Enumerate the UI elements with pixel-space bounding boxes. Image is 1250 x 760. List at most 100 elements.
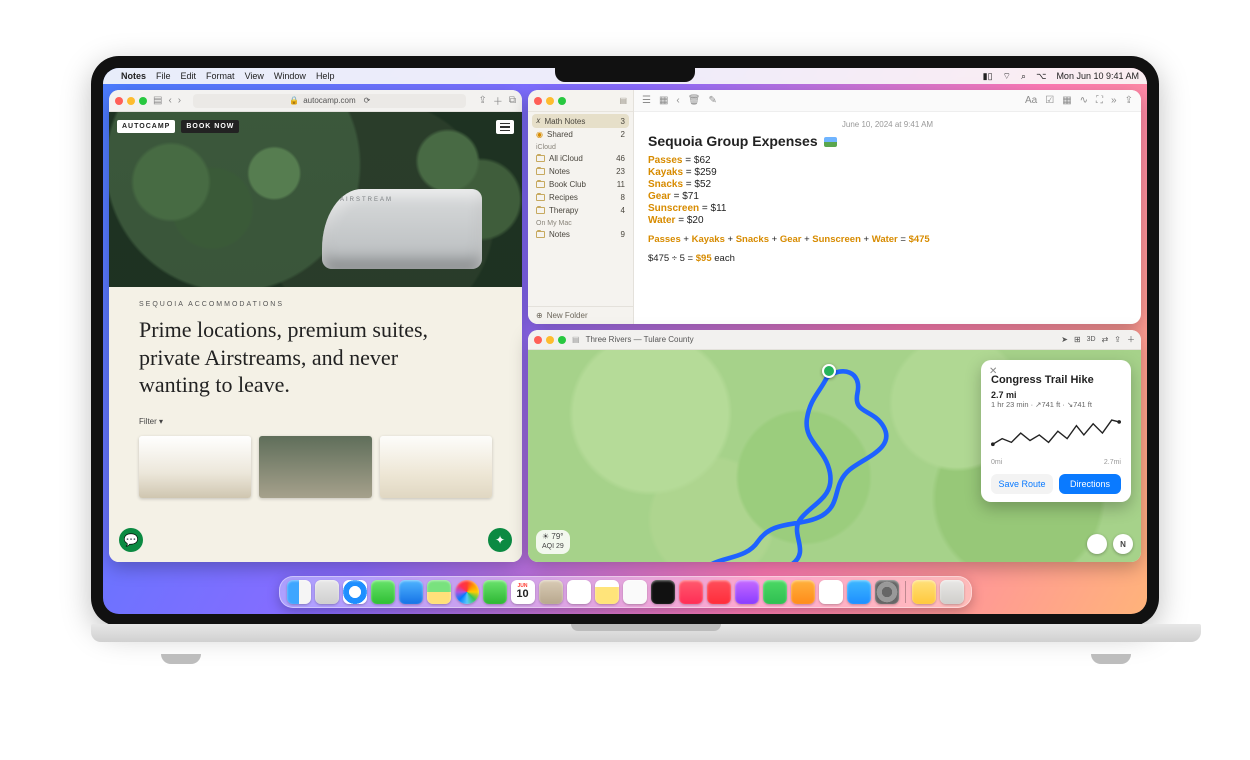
sidebar-toggle-icon[interactable]: ▤ bbox=[619, 96, 627, 105]
dock-settings[interactable] bbox=[875, 580, 899, 604]
dock-launchpad[interactable] bbox=[315, 580, 339, 604]
dock-numbers[interactable] bbox=[763, 580, 787, 604]
save-route-button[interactable]: Save Route bbox=[991, 474, 1053, 494]
accessibility-fab[interactable]: ✦ bbox=[488, 528, 512, 552]
menu-help[interactable]: Help bbox=[316, 71, 335, 81]
dock-messages[interactable] bbox=[371, 580, 395, 604]
sidebar-icon[interactable]: ▤ bbox=[153, 95, 162, 106]
dock-finder[interactable] bbox=[287, 580, 311, 604]
dock-reminders[interactable] bbox=[567, 580, 591, 604]
sidebar-item-all-icloud[interactable]: All iCloud46 bbox=[528, 152, 633, 165]
dock-podcasts[interactable] bbox=[735, 580, 759, 604]
listing-thumb[interactable] bbox=[380, 436, 492, 498]
compose-icon[interactable]: ✎ bbox=[708, 95, 716, 106]
sidebar-item-math-notes[interactable]: 𝑥Math Notes 3 bbox=[532, 114, 629, 128]
menu-edit[interactable]: Edit bbox=[181, 71, 197, 81]
dock-photos[interactable] bbox=[455, 580, 479, 604]
sidebar-item-notes[interactable]: Notes23 bbox=[528, 165, 633, 178]
minimize-button[interactable] bbox=[546, 97, 554, 105]
3d-icon[interactable]: 3D bbox=[1087, 336, 1096, 343]
dock-passwords[interactable] bbox=[819, 580, 843, 604]
share-icon[interactable]: ⇪ bbox=[478, 95, 486, 106]
dock-tv[interactable] bbox=[651, 580, 675, 604]
dock-maps[interactable] bbox=[427, 580, 451, 604]
checklist-icon[interactable]: ☑ bbox=[1045, 95, 1054, 106]
menubar-clock[interactable]: Mon Jun 10 9:41 AM bbox=[1056, 71, 1139, 81]
hamburger-icon[interactable] bbox=[496, 120, 514, 134]
minimize-button[interactable] bbox=[546, 336, 554, 344]
note-editor[interactable]: June 10, 2024 at 9:41 AM Sequoia Group E… bbox=[634, 112, 1141, 272]
share-icon[interactable]: ⇪ bbox=[1114, 335, 1121, 344]
reload-icon[interactable]: ⟳ bbox=[364, 96, 371, 105]
close-icon[interactable]: ✕ bbox=[989, 366, 997, 377]
search-icon[interactable]: ⌕ bbox=[1021, 71, 1026, 82]
wifi-icon[interactable]: ⌔ bbox=[1003, 71, 1011, 82]
route-icon[interactable]: ⇄ bbox=[1102, 335, 1109, 344]
back-icon[interactable]: ‹ bbox=[168, 95, 171, 106]
grid-view-icon[interactable]: ▦ bbox=[659, 95, 668, 106]
dock-facetime[interactable] bbox=[483, 580, 507, 604]
sidebar-item-shared[interactable]: ◉Shared 2 bbox=[528, 128, 633, 141]
brand-badge[interactable]: AUTOCAMP bbox=[117, 120, 175, 133]
sidebar-item-onmac-notes[interactable]: Notes9 bbox=[528, 228, 633, 241]
dock-contacts[interactable] bbox=[539, 580, 563, 604]
chat-fab[interactable]: 💬 bbox=[119, 528, 143, 552]
listing-thumb[interactable] bbox=[139, 436, 251, 498]
dock-freeform[interactable] bbox=[623, 580, 647, 604]
sidebar-item-recipes[interactable]: Recipes8 bbox=[528, 191, 633, 204]
delete-icon[interactable]: 🗑 bbox=[688, 95, 701, 106]
compass-button[interactable]: N bbox=[1113, 534, 1133, 554]
more-icon[interactable]: » bbox=[1111, 95, 1117, 106]
sidebar-icon[interactable]: ▤ bbox=[572, 335, 580, 344]
dock-music[interactable] bbox=[679, 580, 703, 604]
dock-news[interactable] bbox=[707, 580, 731, 604]
binoculars-button[interactable] bbox=[1087, 534, 1107, 554]
new-tab-icon[interactable]: ＋ bbox=[493, 93, 503, 108]
add-icon[interactable]: ＋ bbox=[1127, 334, 1135, 345]
minimize-button[interactable] bbox=[127, 97, 135, 105]
new-folder-button[interactable]: ⊕ New Folder bbox=[528, 306, 633, 324]
dock-trash[interactable] bbox=[940, 580, 964, 604]
menu-view[interactable]: View bbox=[245, 71, 264, 81]
forward-icon[interactable]: › bbox=[178, 95, 181, 106]
control-center-icon[interactable]: ⌥ bbox=[1036, 71, 1046, 82]
dock-calendar[interactable]: JUN10 bbox=[511, 580, 535, 604]
directions-button[interactable]: Directions bbox=[1059, 474, 1121, 494]
dock-safari[interactable] bbox=[343, 580, 367, 604]
menu-window[interactable]: Window bbox=[274, 71, 306, 81]
weather-pill[interactable]: ☀ 79° AQI 29 bbox=[536, 530, 570, 554]
tabs-icon[interactable]: ⧉ bbox=[509, 95, 516, 106]
location-icon[interactable]: ➤ bbox=[1061, 335, 1068, 344]
zoom-button[interactable] bbox=[558, 336, 566, 344]
dock-appstore[interactable] bbox=[847, 580, 871, 604]
close-button[interactable] bbox=[534, 97, 542, 105]
sidebar-item-book-club[interactable]: Book Club11 bbox=[528, 178, 633, 191]
map-canvas[interactable]: ✕ Congress Trail Hike 2.7 mi 1 hr 23 min… bbox=[528, 350, 1141, 562]
back-icon[interactable]: ‹ bbox=[676, 95, 679, 106]
menu-file[interactable]: File bbox=[156, 71, 171, 81]
maps-title[interactable]: Three Rivers — Tulare County bbox=[586, 335, 694, 344]
table-icon[interactable]: ▦ bbox=[1062, 95, 1071, 106]
list-view-icon[interactable]: ☰ bbox=[642, 95, 651, 106]
filter-button[interactable]: Filter ▾ bbox=[139, 417, 492, 426]
dock-notes[interactable] bbox=[595, 580, 619, 604]
media-icon[interactable]: ⛶ bbox=[1096, 95, 1103, 106]
sidebar-item-therapy[interactable]: Therapy4 bbox=[528, 204, 633, 217]
map-mode-icon[interactable]: ⊞ bbox=[1074, 335, 1081, 344]
zoom-button[interactable] bbox=[558, 97, 566, 105]
audio-icon[interactable]: ∿ bbox=[1080, 95, 1088, 106]
book-now-button[interactable]: BOOK NOW bbox=[181, 120, 239, 133]
zoom-button[interactable] bbox=[139, 97, 147, 105]
battery-icon[interactable]: ▮▯ bbox=[983, 71, 993, 82]
close-button[interactable] bbox=[534, 336, 542, 344]
share-icon[interactable]: ⇪ bbox=[1125, 95, 1133, 106]
dock-mail[interactable] bbox=[399, 580, 423, 604]
listing-thumb[interactable] bbox=[259, 436, 371, 498]
menu-format[interactable]: Format bbox=[206, 71, 235, 81]
address-bar[interactable]: 🔒 autocamp.com ⟳ bbox=[193, 94, 466, 108]
dock-downloads[interactable] bbox=[912, 580, 936, 604]
menubar-app[interactable]: Notes bbox=[121, 71, 146, 81]
format-icon[interactable]: Aa bbox=[1025, 95, 1037, 106]
dock-pages[interactable] bbox=[791, 580, 815, 604]
close-button[interactable] bbox=[115, 97, 123, 105]
